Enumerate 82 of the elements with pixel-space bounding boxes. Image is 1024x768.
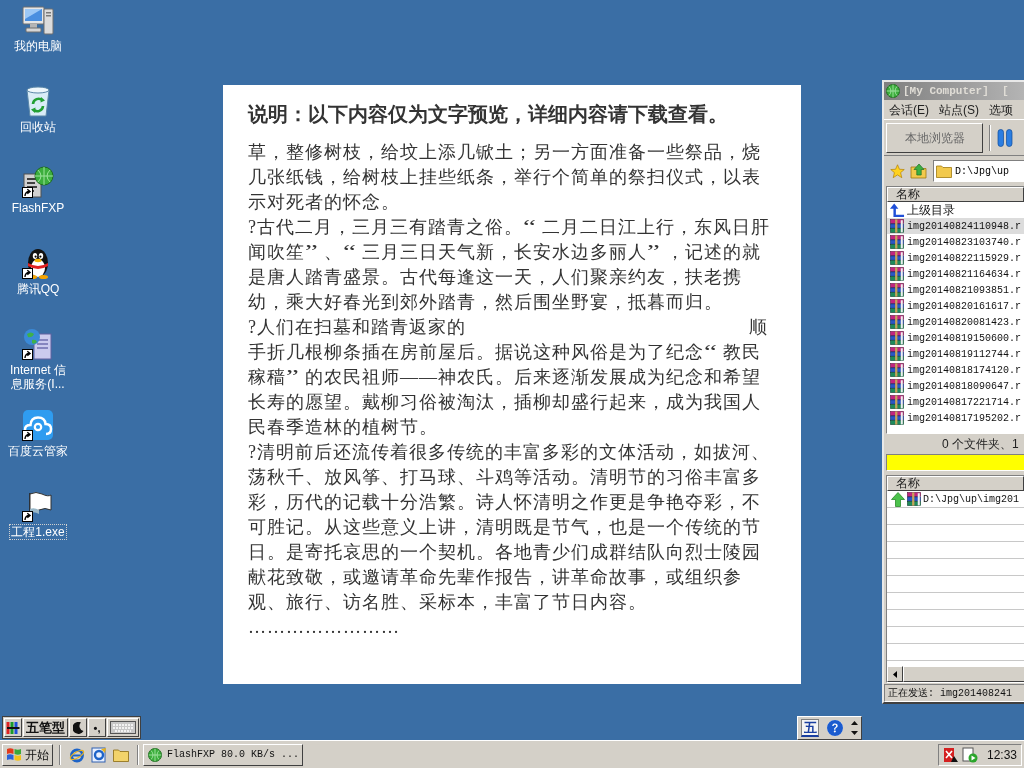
input-mode-button[interactable]: 五笔型 xyxy=(23,718,68,737)
queue-row[interactable]: D:\Jpg\up\img201 xyxy=(887,491,1024,508)
browser-icon[interactable] xyxy=(69,746,85,763)
stacked-books-icon xyxy=(889,282,905,298)
stacked-books-icon xyxy=(889,362,905,378)
desktop-icon-label[interactable]: 回收站 xyxy=(19,120,57,134)
paragraph: 草，整修树枝，给坟上添几锨土；另一方面准备一些祭品，烧几张纸钱，给树枝上挂些纸条，举行个简单的祭扫仪式，以表示对死者的怀念。 xyxy=(248,141,762,214)
desktop-icon-label[interactable]: 腾讯QQ xyxy=(15,282,61,296)
width-toggle-button[interactable] xyxy=(69,718,87,737)
desktop-icon-label[interactable]: FlashFXP xyxy=(10,201,66,215)
document-title: 说明：以下内容仅为文字预览，详细内容请下载查看。 xyxy=(248,102,728,127)
bars-logo-icon xyxy=(6,720,20,735)
paragraph: ?古代二月，三月三有踏青之俗。“二月二日江上行，东风日肝闻吹笙”、“三月三日天气新，长安水边多丽人”，记述的就是唐人踏青盛景。古代每逢这一天，人们聚亲约友，扶老携幼，乘大好春光到郊外踏青，然后围坐野宴，抵暮而归。 xyxy=(248,216,771,314)
start-button[interactable]: 开始 xyxy=(2,743,53,766)
file-row[interactable]: img20140824110948.r xyxy=(887,218,1024,234)
stacked-books-icon xyxy=(889,378,905,394)
flag-logo-icon xyxy=(6,747,22,762)
stacked-books-icon xyxy=(906,491,922,507)
ellipsis-text: …………………… xyxy=(248,616,400,639)
stacked-books-icon xyxy=(889,266,905,282)
menu-item[interactable]: 站点(S) xyxy=(934,101,984,118)
file-row[interactable]: img20140818090647.r xyxy=(887,378,1024,394)
star-icon[interactable] xyxy=(890,163,905,179)
desktop-icon-label[interactable]: Internet 信息服务(I... xyxy=(4,363,72,391)
file-row[interactable]: img20140819112744.r xyxy=(887,346,1024,362)
up-down-arrows-icon[interactable] xyxy=(851,721,858,735)
file-row[interactable]: img20140817195202.r xyxy=(887,410,1024,426)
up-level-arrow-icon xyxy=(889,202,905,218)
file-row[interactable]: img20140821164634.r xyxy=(887,266,1024,282)
paragraph: ?清明前后还流传着很多传统的丰富多彩的文体活动，如拔河、荡秋千、放风筝、打马球、斗鸡等活动。清明节的习俗丰富多彩，历代的记载十分浩繁。诗人怀清明之作更是争艳夺彩，不可胜记。从这些意义上讲，清明既是节气，也是一个传统的节日。是寄托哀思的一个契机。各地青少们成群结队向烈士陵园献花致敬，或邀请革命先辈作报告，讲革命故事，或组织参观、旅行、访名胜、采标本，丰富了节日内容。 xyxy=(248,441,771,614)
ime-logo-button[interactable] xyxy=(4,718,22,737)
local-browser-button[interactable]: 本地浏览器 xyxy=(886,122,983,153)
window-title: [My Computer] [ xyxy=(903,83,1009,99)
computer-icon[interactable] xyxy=(22,4,54,36)
help-icon[interactable] xyxy=(827,720,843,736)
path-field[interactable]: D:\Jpg\up xyxy=(933,160,1024,182)
file-row[interactable]: img20140820161617.r xyxy=(887,298,1024,314)
stacked-books-icon xyxy=(889,218,905,234)
keyboard-icon xyxy=(110,721,136,734)
stacked-books-icon xyxy=(889,314,905,330)
pause-icon[interactable] xyxy=(997,128,1013,147)
paragraph: ?人们在扫墓和踏青返家的 顺手折几根柳条插在房前屋后。据说这种风俗是为了纪念“教民稼穑”的农民祖师——神农氏。后来逐渐发展成为纪念和希望长寿的愿望。戴柳习俗被淘汰，插柳却盛行起来，成为我国人民春季造林的植树节。 xyxy=(248,316,769,439)
folder-icon[interactable] xyxy=(113,747,129,762)
cross-tile-icon[interactable] xyxy=(943,746,959,763)
globe-icon xyxy=(886,84,900,98)
file-row[interactable]: img20140820081423.r xyxy=(887,314,1024,330)
column-header[interactable]: 名称 xyxy=(887,187,1024,202)
stacked-books-icon xyxy=(889,234,905,250)
task-button[interactable]: FlashFXP 80.0 KB/s ... xyxy=(143,743,303,766)
file-row[interactable]: img20140818174120.r xyxy=(887,362,1024,378)
folder-up-icon[interactable] xyxy=(910,163,928,179)
desktop-icon-label[interactable]: 我的电脑 xyxy=(13,39,63,53)
soft-keyboard-button[interactable] xyxy=(107,718,139,737)
folder-summary: 0 个文件夹、1 xyxy=(941,435,1020,453)
stacked-books-icon xyxy=(889,394,905,410)
column-header[interactable]: 名称 xyxy=(887,476,1024,491)
file-row[interactable]: img20140821093851.r xyxy=(887,282,1024,298)
stacked-books-icon xyxy=(889,410,905,426)
file-row[interactable]: img20140817221714.r xyxy=(887,394,1024,410)
page-icon[interactable] xyxy=(91,746,107,763)
menu-item[interactable]: 选项 xyxy=(984,101,1018,118)
folder-icon xyxy=(936,164,952,178)
scrollbar-thumb[interactable] xyxy=(903,666,1024,682)
clock: 12:33 xyxy=(986,746,1017,764)
desktop-icon-label[interactable]: 百度云管家 xyxy=(7,444,69,458)
punctuation-button[interactable]: •, xyxy=(88,718,106,737)
stacked-books-icon xyxy=(889,330,905,346)
desktop-icon-label[interactable]: 工程1.exe xyxy=(10,525,66,539)
menu-item[interactable]: 会话(E) xyxy=(884,101,934,118)
moon-icon xyxy=(72,721,84,734)
left-triangle-icon xyxy=(893,670,897,678)
stacked-books-icon xyxy=(889,346,905,362)
stacked-books-icon xyxy=(889,298,905,314)
input-method-indicator[interactable]: 五 xyxy=(801,719,819,737)
file-row[interactable]: img20140822115929.r xyxy=(887,250,1024,266)
file-row[interactable]: img20140819150600.r xyxy=(887,330,1024,346)
scroll-left-button[interactable] xyxy=(887,666,903,682)
status-bar: 正在发送: img201408241 xyxy=(884,684,1024,702)
file-row[interactable]: img20140823103740.r xyxy=(887,234,1024,250)
stacked-books-icon xyxy=(889,250,905,266)
up-arrow-icon xyxy=(891,491,905,507)
globe-icon xyxy=(148,747,162,762)
